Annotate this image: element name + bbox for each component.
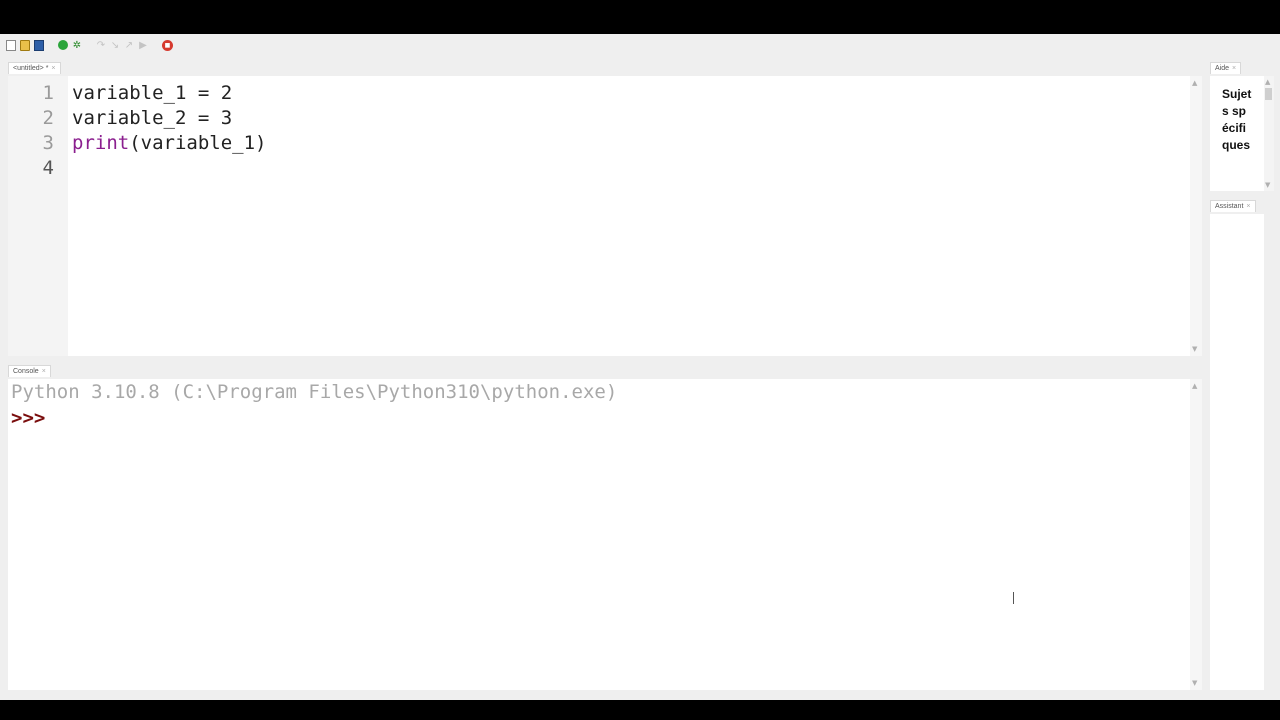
line-number: 2	[42, 107, 54, 129]
help-topics-link[interactable]: Sujets spécifiques	[1222, 86, 1252, 154]
tab-label: <untitled> *	[13, 65, 49, 72]
step-icon[interactable]: ↷	[96, 40, 106, 51]
assistant-panel	[1210, 214, 1264, 690]
tab-console[interactable]: Console ×	[8, 365, 51, 377]
scroll-thumb[interactable]	[1265, 88, 1272, 100]
code-text: (variable_1)	[129, 132, 267, 154]
code-line[interactable]: variable_2 = 3	[72, 106, 232, 131]
scroll-up-icon[interactable]: ▲	[1192, 382, 1197, 390]
tab-label: Console	[13, 368, 39, 375]
tab-assistant[interactable]: Assistant ×	[1210, 200, 1256, 212]
ide-window: ✲ ↷ ↘ ↗ ▶ ■ <untitled> * × 1 variable_1 =…	[0, 34, 1280, 700]
scroll-up-icon[interactable]: ▲	[1192, 79, 1197, 87]
new-file-icon[interactable]	[6, 39, 16, 51]
code-line[interactable]: variable_1 = 2	[72, 81, 232, 106]
stop-icon[interactable]: ■	[162, 39, 173, 51]
toolbar: ✲ ↷ ↘ ↗ ▶ ■	[6, 38, 173, 52]
tab-label: Assistant	[1215, 203, 1244, 210]
close-icon[interactable]: ×	[51, 65, 55, 72]
run-icon[interactable]	[58, 40, 68, 50]
line-number: 3	[42, 132, 54, 154]
step-over-icon[interactable]: ↘	[110, 40, 120, 51]
help-panel: Sujets spécifiques ▲ ▼	[1210, 76, 1274, 191]
step-out-icon[interactable]: ↗	[124, 40, 134, 51]
code-editor[interactable]: 1 variable_1 = 2 2 variable_2 = 3 3 prin…	[8, 76, 1202, 356]
open-folder-icon[interactable]	[20, 39, 30, 51]
python-console[interactable]: Python 3.10.8 (C:\Program Files\Python31…	[8, 379, 1202, 690]
close-icon[interactable]: ×	[1232, 65, 1236, 72]
scroll-up-icon[interactable]: ▲	[1265, 78, 1270, 86]
tab-aide[interactable]: Aide ×	[1210, 62, 1242, 74]
tab-untitled[interactable]: <untitled> * ×	[8, 62, 61, 74]
code-text: variable_2 = 3	[72, 107, 233, 129]
close-icon[interactable]: ×	[1246, 203, 1250, 210]
console-prompt: >>>	[11, 407, 46, 429]
debug-icon[interactable]: ✲	[72, 40, 82, 51]
scroll-down-icon[interactable]: ▼	[1192, 679, 1197, 687]
line-number-current: 4	[42, 157, 54, 179]
mouse-cursor-icon	[1013, 592, 1021, 604]
toolbar-separator	[152, 40, 158, 51]
save-icon[interactable]	[34, 39, 44, 51]
close-icon[interactable]: ×	[42, 368, 46, 375]
console-scrollbar[interactable]: ▲ ▼	[1190, 379, 1202, 690]
scroll-down-icon[interactable]: ▼	[1192, 345, 1197, 353]
line-number: 1	[42, 82, 54, 104]
keyword-print: print	[72, 132, 130, 154]
help-scrollbar[interactable]: ▲ ▼	[1264, 76, 1274, 191]
toolbar-separator	[48, 40, 54, 51]
scroll-down-icon[interactable]: ▼	[1265, 181, 1270, 189]
tab-label: Aide	[1215, 65, 1230, 72]
toolbar-separator	[86, 40, 92, 51]
editor-scrollbar[interactable]: ▲ ▼	[1190, 76, 1202, 356]
code-text: variable_1 = 2	[72, 82, 233, 104]
code-line[interactable]: print(variable_1)	[72, 131, 266, 156]
continue-icon[interactable]: ▶	[138, 40, 148, 51]
console-banner: Python 3.10.8 (C:\Program Files\Python31…	[11, 381, 618, 403]
